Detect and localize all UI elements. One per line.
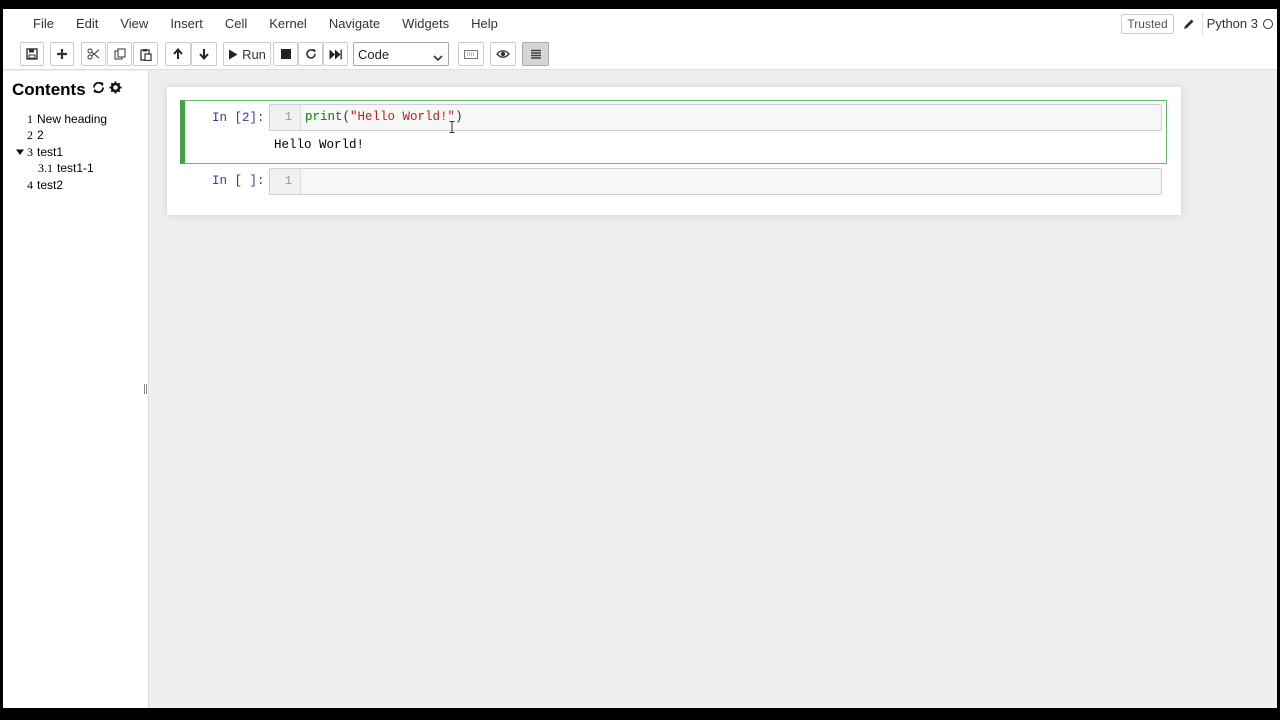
toc-header: Contents [12,80,122,100]
run-button[interactable]: Run [223,42,271,66]
menu-kernel[interactable]: Kernel [258,9,318,38]
divider [1201,12,1203,35]
toc-item-label: test1-1 [57,161,94,175]
paste-button[interactable] [133,42,158,66]
fast-forward-icon [329,49,342,60]
toc-title: Contents [12,80,86,99]
jupyter-notebook-window: File Edit View Insert Cell Kernel Naviga… [3,9,1277,708]
text-cursor-icon [449,120,455,138]
kernel-name[interactable]: Python 3 [1207,16,1258,31]
caret-down-icon[interactable] [16,145,24,159]
code-input[interactable]: 1 [269,168,1162,195]
copy-button[interactable] [107,42,132,66]
gear-icon[interactable] [109,81,122,99]
kernel-idle-indicator-icon [1263,18,1273,29]
arrow-down-icon [198,48,210,60]
pencil-icon[interactable] [1178,13,1200,35]
cut-icon [87,48,100,60]
toc-item-number: 3 [27,145,33,159]
toc-item-number: 2 [27,128,33,142]
menu-cell[interactable]: Cell [214,9,258,38]
menu-help[interactable]: Help [460,9,509,38]
toc-item-number: 1 [27,112,33,126]
toc-item-test2[interactable]: 4 test2 [27,178,63,193]
code-token-builtin: print [305,110,343,124]
code-cell-selected[interactable]: In [2]: 1 print("Hello World!") Hello Wo… [180,100,1167,164]
menu-view[interactable]: View [109,9,159,38]
code-token-paren: ( [342,110,351,124]
toc-item-test1[interactable]: 3 test1 [16,145,63,160]
toc-toggle-button[interactable] [522,42,549,66]
toc-item-2[interactable]: 2 2 [27,128,44,143]
code-line: print("Hello World!") [305,105,463,130]
arrow-up-icon [172,48,184,60]
line-number: 1 [270,169,301,194]
sidebar-resize-handle[interactable] [144,384,147,394]
restart-run-all-button[interactable] [323,42,348,66]
copy-icon [113,48,126,60]
play-icon [228,49,238,60]
move-up-button[interactable] [165,42,191,66]
menu-list: File Edit View Insert Cell Kernel Naviga… [22,9,509,38]
toc-item-number: 4 [27,178,33,192]
stop-icon [280,49,291,59]
menu-file[interactable]: File [22,9,65,38]
preview-button[interactable] [490,42,516,66]
save-icon [26,48,38,60]
code-token-paren: ) [455,110,463,124]
run-label: Run [242,46,266,62]
menu-widgets[interactable]: Widgets [391,9,460,38]
menu-edit[interactable]: Edit [65,9,109,38]
insert-cell-button[interactable] [50,42,74,66]
code-token-string: "Hello World!" [350,110,456,124]
command-palette-button[interactable] [458,42,484,66]
toc-item-label: test1 [37,145,64,159]
trusted-badge[interactable]: Trusted [1121,13,1174,34]
toc-item-new-heading[interactable]: 1 New heading [27,112,107,127]
line-number: 1 [270,105,301,130]
toc-item-number: 3.1 [38,161,53,175]
cell-output: Hello World! [274,138,365,152]
eye-icon [496,49,510,59]
keyboard-icon [464,49,478,59]
toc-item-test1-1[interactable]: 3.1 test1-1 [38,161,94,176]
toolbar: Run Code [3,38,1277,70]
code-input[interactable]: 1 print("Hello World!") [269,104,1162,131]
paste-icon [139,48,152,61]
restart-icon [305,48,317,60]
toc-item-label: New heading [37,112,108,126]
menu-insert[interactable]: Insert [159,9,214,38]
plus-icon [56,48,68,60]
move-down-button[interactable] [191,42,217,66]
input-prompt: In [ ]: [212,174,265,188]
interrupt-button[interactable] [273,42,298,66]
toc-item-label: test2 [37,178,64,192]
menubar-right: Trusted Python 3 [1121,9,1273,38]
toc-sidebar: Contents 1 New heading 2 2 3 test1 3.1 t… [3,71,149,708]
restart-button[interactable] [298,42,323,66]
menubar: File Edit View Insert Cell Kernel Naviga… [3,9,1277,38]
save-button[interactable] [20,42,44,66]
cell-type-value: Code [358,46,390,62]
input-prompt: In [2]: [212,111,265,125]
refresh-icon[interactable] [92,81,105,99]
notebook-container: In [2]: 1 print("Hello World!") Hello Wo… [167,87,1181,215]
toc-item-label: 2 [37,128,44,142]
chevron-down-icon [433,50,443,65]
code-cell[interactable]: In [ ]: 1 [180,168,1167,198]
menu-navigate[interactable]: Navigate [318,9,391,38]
cell-type-select[interactable]: Code [353,42,449,66]
list-icon [530,49,542,60]
cut-button[interactable] [81,42,106,66]
